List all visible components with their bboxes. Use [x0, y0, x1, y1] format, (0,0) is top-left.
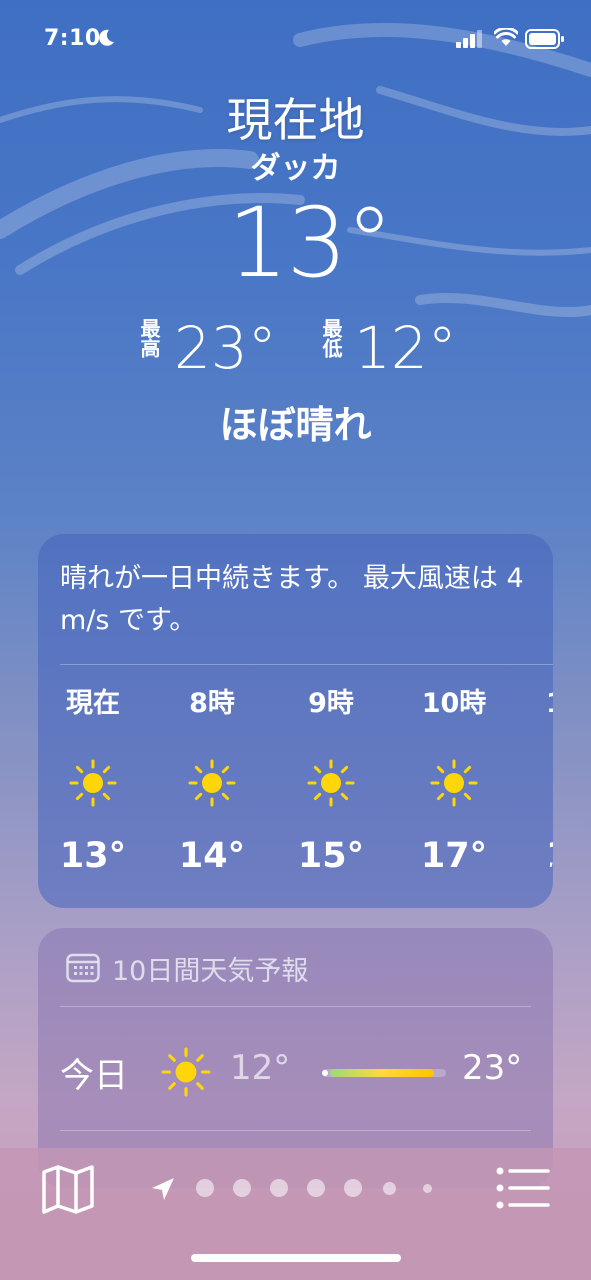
battery-icon — [525, 29, 564, 49]
divider — [60, 1006, 531, 1007]
temperature-range-fill — [330, 1069, 434, 1077]
hour-item: 現在 13° — [38, 684, 148, 878]
home-indicator[interactable] — [191, 1254, 401, 1262]
page-dot[interactable] — [196, 1179, 214, 1197]
sun-icon — [430, 759, 478, 807]
page-dot[interactable] — [233, 1179, 251, 1197]
sun-icon — [307, 759, 355, 807]
hour-item: 10時 17° — [399, 684, 509, 878]
divider — [60, 664, 553, 665]
hour-temperature: 13° — [59, 836, 127, 876]
page-dot[interactable] — [307, 1179, 325, 1197]
status-time: 7:10 — [44, 26, 101, 51]
location-label: 現在地 — [226, 93, 365, 147]
divider — [60, 1130, 531, 1131]
current-temperature: 13° — [227, 187, 393, 299]
high-label-text: 最高 — [137, 318, 161, 358]
sun-icon — [188, 759, 236, 807]
hour-item: 9時 15° — [276, 684, 386, 878]
status-bar: 7:10 — [0, 22, 591, 56]
hour-temperature: 15° — [297, 836, 365, 876]
current-temp-dot — [322, 1070, 328, 1076]
forecast-title: 10日間天気予報 — [112, 955, 309, 987]
hour-temperature: 17° — [420, 836, 488, 876]
temperature-range-bar — [322, 1069, 446, 1077]
cellular-signal-icon — [456, 30, 482, 48]
sun-icon — [69, 759, 117, 807]
hour-label: 現在 — [66, 688, 120, 719]
hour-label: 10時 — [421, 688, 487, 719]
city-name: ダッカ — [250, 151, 341, 186]
moon-icon — [99, 29, 114, 46]
hour-label: 1 — [498, 684, 553, 724]
low-temperature: 12° — [354, 314, 457, 382]
low-label: 最低 — [318, 318, 343, 358]
map-icon[interactable] — [40, 1164, 96, 1214]
calendar-icon — [66, 953, 100, 983]
low-label-text: 最低 — [319, 318, 343, 358]
hour-label: 9時 — [308, 688, 354, 719]
high-low: 最高 23° 最低 12° — [0, 316, 591, 380]
high-label: 最高 — [136, 318, 161, 358]
location-arrow-icon — [152, 1178, 174, 1200]
forecast-day: 今日 — [60, 1056, 128, 1096]
hour-label: 8時 — [189, 688, 235, 719]
page-dot[interactable] — [270, 1179, 288, 1197]
page-dot[interactable] — [383, 1182, 396, 1195]
forecast-row[interactable]: 今日 12° 23° — [60, 1036, 540, 1106]
hour-temperature: 1 — [498, 834, 553, 878]
page-dot[interactable] — [423, 1184, 432, 1193]
hourly-scroller[interactable]: 現在 13° 8時 14° 9時 15° 10時 17° — [38, 684, 553, 884]
forecast-summary: 晴れが一日中続きます。 最大風速は 4 m/s です。 — [60, 563, 524, 636]
wifi-icon — [494, 28, 518, 46]
forecast-header: 10日間天気予報 — [66, 948, 308, 988]
forecast-low: 12° — [230, 1048, 291, 1088]
sun-icon — [161, 1047, 211, 1097]
current-weather: 現在地 ダッカ 13° — [0, 90, 591, 298]
hour-temperature: 14° — [178, 836, 246, 876]
list-icon[interactable] — [496, 1166, 550, 1210]
page-dot[interactable] — [344, 1179, 362, 1197]
condition-text: ほぼ晴れ — [219, 403, 372, 447]
forecast-high: 23° — [462, 1048, 523, 1088]
hourly-forecast-card[interactable]: 晴れが一日中続きます。 最大風速は 4 m/s です。 現在 13° 8時 14… — [38, 534, 553, 908]
hour-item: 8時 14° — [157, 684, 267, 878]
hour-item: 1 1 — [498, 684, 553, 878]
high-temperature: 23° — [174, 314, 277, 382]
